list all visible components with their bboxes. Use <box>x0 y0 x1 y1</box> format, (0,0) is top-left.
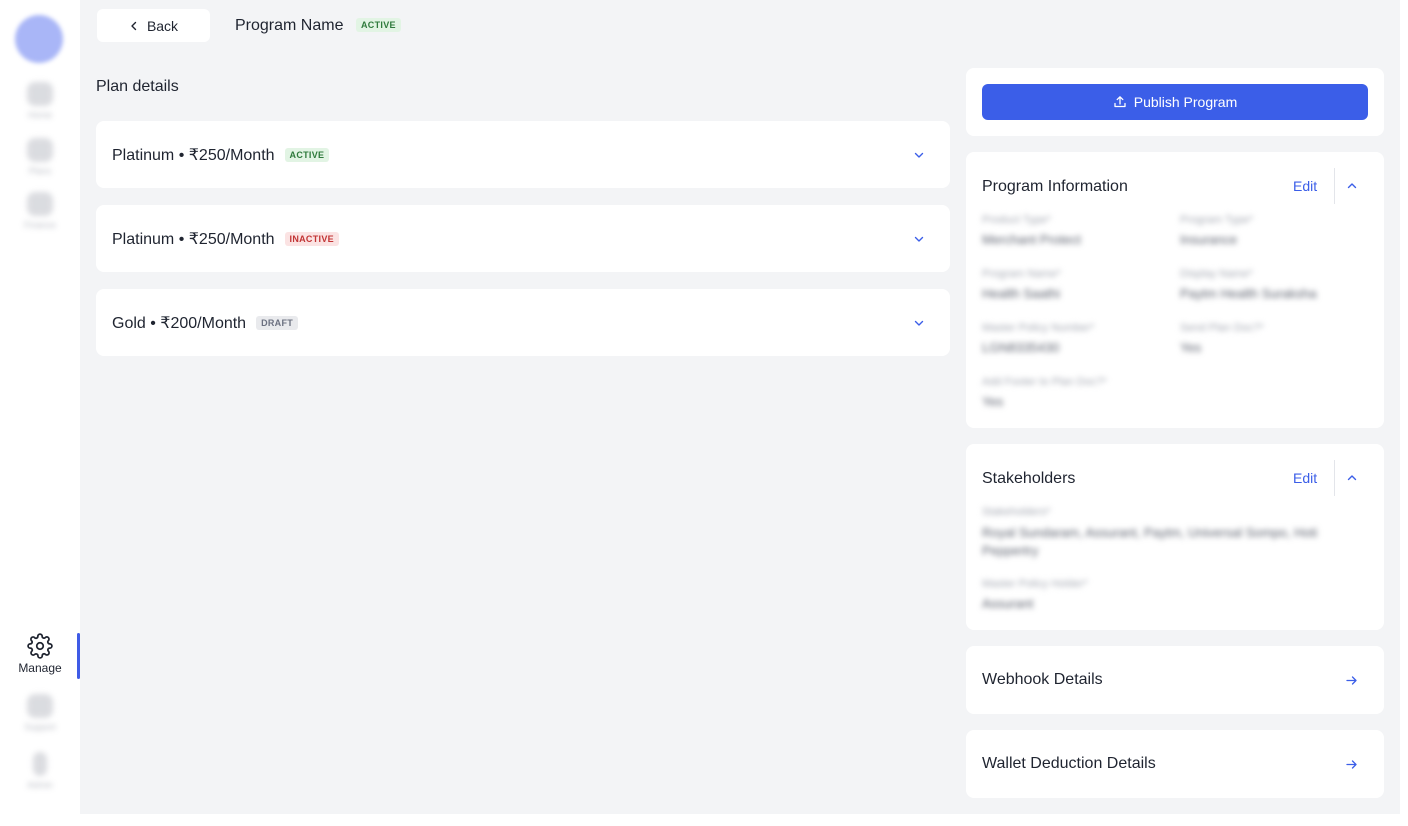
sidebar: Home Plans Finance Manage Support Admin <box>0 0 80 826</box>
field-label: Add Footer to Plan Doc?* <box>982 376 1107 388</box>
field-value: Royal Sundaram, Assurant, Paytm, Univers… <box>982 525 1318 558</box>
gear-icon <box>27 633 53 659</box>
stakeholders-panel: Stakeholders Edit Stakeholders* Royal Su… <box>966 444 1384 630</box>
status-badge: INACTIVE <box>284 231 339 246</box>
sidebar-item-manage[interactable]: Manage <box>0 633 80 679</box>
stakeholders-title: Stakeholders <box>982 470 1076 487</box>
status-badge: ACTIVE <box>284 147 330 162</box>
field-label: Send Plan Doc?* <box>1180 322 1264 334</box>
wallet-deduction-details-row[interactable]: Wallet Deduction Details <box>966 730 1384 798</box>
finance-icon <box>27 192 53 216</box>
chevron-down-icon[interactable] <box>913 149 925 161</box>
field-value: Merchant Protect <box>982 232 1081 247</box>
field-label: Stakeholders* <box>982 506 1051 518</box>
field-value: Paytm Health Suraksha <box>1180 286 1317 301</box>
sidebar-item-label: Finance <box>23 220 57 230</box>
back-button[interactable]: Back <box>97 9 210 42</box>
plan-card[interactable]: Platinum • ₹250/Month ACTIVE <box>96 121 950 188</box>
sidebar-item-admin[interactable]: Admin <box>22 752 58 790</box>
webhook-details-row[interactable]: Webhook Details <box>966 646 1384 714</box>
divider <box>1334 168 1335 204</box>
support-icon <box>27 694 53 718</box>
chevron-down-icon[interactable] <box>913 317 925 329</box>
field-value: Yes <box>1180 340 1202 355</box>
field-label: Program Name* <box>982 268 1061 280</box>
user-icon <box>33 752 47 776</box>
field-value: Health Saathi <box>982 286 1061 301</box>
field-product-type: Product Type* Merchant Protect <box>982 214 1081 247</box>
field-program-name: Program Name* Health Saathi <box>982 268 1061 301</box>
stakeholders-edit-link[interactable]: Edit <box>1293 470 1317 486</box>
field-program-type: Program Type* Insurance <box>1180 214 1253 247</box>
plan-title: Platinum • ₹250/Month <box>112 146 275 164</box>
field-master-policy-holder: Master Policy Holder* Assurant <box>982 578 1088 611</box>
sidebar-item-label: Home <box>27 110 52 120</box>
program-information-title: Program Information <box>982 178 1128 195</box>
chevron-left-icon <box>131 21 137 30</box>
home-icon <box>27 82 53 106</box>
field-value: LGN8335430 <box>982 340 1060 355</box>
publish-panel: Publish Program <box>966 68 1384 136</box>
field-add-footer: Add Footer to Plan Doc?* Yes <box>982 376 1107 409</box>
publish-program-button[interactable]: Publish Program <box>982 84 1368 120</box>
program-information-panel: Program Information Edit Product Type* M… <box>966 152 1384 428</box>
status-badge: DRAFT <box>256 315 299 330</box>
field-label: Program Type* <box>1180 214 1254 226</box>
publish-program-label: Publish Program <box>1133 94 1238 110</box>
upload-icon <box>1114 96 1126 108</box>
plan-card[interactable]: Platinum • ₹250/Month INACTIVE <box>96 205 950 272</box>
chevron-up-icon[interactable] <box>1346 472 1358 484</box>
sidebar-item-finance[interactable]: Finance <box>22 192 58 230</box>
field-value: Yes <box>982 394 1004 409</box>
back-button-label: Back <box>146 17 179 34</box>
sidebar-item-label: Admin <box>27 780 53 790</box>
plans-icon <box>27 138 53 162</box>
arrow-right-icon <box>1346 676 1357 685</box>
chevron-down-icon[interactable] <box>913 233 925 245</box>
sidebar-item-label: Support <box>24 722 56 732</box>
program-information-edit-link[interactable]: Edit <box>1293 178 1317 194</box>
main-content: Back Program Name ACTIVE Plan details Pl… <box>80 0 1400 814</box>
field-value: Assurant <box>982 596 1034 611</box>
sidebar-item-support[interactable]: Support <box>22 694 58 732</box>
chevron-up-icon[interactable] <box>1346 180 1358 192</box>
divider <box>1334 460 1335 496</box>
arrow-right-icon <box>1346 760 1357 769</box>
webhook-details-title: Webhook Details <box>982 671 1103 688</box>
field-display-name: Display Name* Paytm Health Suraksha <box>1180 268 1317 301</box>
page-title: Program Name <box>235 17 344 34</box>
sidebar-item-label: Plans <box>28 166 52 176</box>
plan-title: Platinum • ₹250/Month <box>112 230 275 248</box>
field-label: Master Policy Number* <box>982 322 1095 334</box>
plan-title: Gold • ₹200/Month <box>112 314 247 332</box>
wallet-deduction-details-title: Wallet Deduction Details <box>982 755 1156 772</box>
field-label: Display Name* <box>1180 268 1253 280</box>
sidebar-item-home[interactable]: Home <box>22 82 58 120</box>
sidebar-item-plans[interactable]: Plans <box>22 138 58 176</box>
logo <box>15 15 63 63</box>
sidebar-item-label: Manage <box>18 661 62 675</box>
field-label: Master Policy Holder* <box>982 578 1088 590</box>
field-stakeholders: Stakeholders* Royal Sundaram, Assurant, … <box>982 506 1362 560</box>
field-master-policy-number: Master Policy Number* LGN8335430 <box>982 322 1094 355</box>
field-value: Insurance <box>1180 232 1238 247</box>
field-label: Product Type* <box>982 214 1051 226</box>
field-send-plan-doc: Send Plan Doc?* Yes <box>1180 322 1264 355</box>
plan-details-heading: Plan details <box>96 78 179 95</box>
status-badge: ACTIVE <box>356 18 401 32</box>
plan-card[interactable]: Gold • ₹200/Month DRAFT <box>96 289 950 356</box>
